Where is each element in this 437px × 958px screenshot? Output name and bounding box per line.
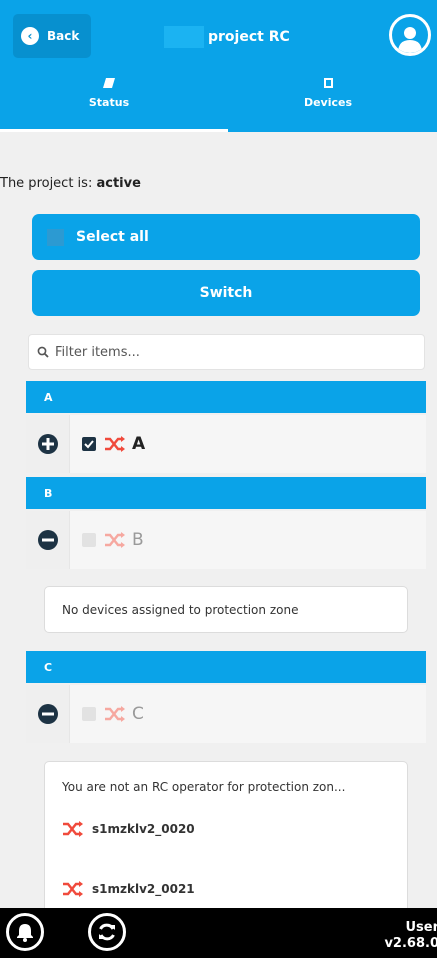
select-all-label: Select all	[76, 229, 149, 245]
user-avatar[interactable]	[389, 14, 431, 56]
device-item[interactable]: s1mzklv2_0021	[62, 881, 407, 897]
active-tab-indicator	[0, 129, 228, 132]
device-name: s1mzklv2_0021	[92, 882, 195, 896]
user-label: User	[405, 920, 437, 935]
tab-devices[interactable]: Devices	[219, 72, 437, 130]
zone-info-card: No devices assigned to protection zone	[44, 586, 408, 633]
select-all-button[interactable]: Select all	[32, 214, 420, 260]
zone-name: A	[132, 434, 146, 454]
user-icon	[398, 27, 422, 53]
bell-icon	[17, 924, 33, 942]
zone-info-card: You are not an RC operator for protectio…	[44, 761, 408, 921]
device-icon	[323, 78, 333, 88]
minus-circle-icon	[37, 530, 58, 550]
back-label: Back	[47, 29, 80, 43]
page-title-wrap: project RC	[164, 26, 290, 48]
tab-status-label: Status	[88, 96, 130, 109]
tab-status[interactable]: Status	[0, 72, 218, 130]
zone-checkbox[interactable]	[82, 437, 96, 451]
sync-button[interactable]	[88, 913, 126, 951]
zone-body: C	[70, 704, 144, 724]
app-version: v2.68.0	[384, 936, 437, 951]
user-info: User v2.68.0	[384, 920, 437, 952]
shuffle-icon	[105, 436, 125, 452]
zone-row-a: A	[26, 415, 426, 473]
sync-icon	[99, 923, 115, 941]
zone-checkbox[interactable]	[82, 707, 96, 721]
status-value: active	[96, 176, 141, 191]
project-status: The project is: active	[0, 176, 141, 191]
bottom-bar: User v2.68.0	[0, 908, 437, 958]
zone-row-c: C	[26, 685, 426, 743]
filter-input[interactable]: Filter items...	[28, 334, 425, 370]
plus-circle-icon	[37, 434, 58, 454]
zone-header-label: B	[44, 486, 53, 500]
zone-body: B	[70, 530, 144, 550]
zone-header-c: C	[26, 651, 426, 683]
search-icon	[37, 346, 49, 358]
zone-header-label: C	[44, 660, 53, 674]
zone-row-b: B	[26, 511, 426, 569]
notifications-button[interactable]	[6, 913, 44, 951]
switch-button[interactable]: Switch	[32, 270, 420, 316]
check-icon	[84, 440, 94, 449]
zone-header-b: B	[26, 477, 426, 509]
filter-placeholder: Filter items...	[55, 344, 140, 360]
collapse-button[interactable]	[26, 685, 70, 743]
zone-checkbox[interactable]	[82, 533, 96, 547]
device-name: s1mzklv2_0020	[92, 822, 195, 836]
zone-message: No devices assigned to protection zone	[62, 603, 299, 617]
shuffle-icon	[105, 706, 125, 722]
chevron-left-icon: ‹	[21, 27, 39, 45]
tag-icon	[103, 78, 115, 88]
switch-label: Switch	[199, 285, 253, 301]
page-title: project RC	[208, 29, 290, 45]
shuffle-icon	[105, 532, 125, 548]
app-header: ‹ Back project RC Status Devices	[0, 0, 437, 132]
collapse-button[interactable]	[26, 511, 70, 569]
minus-circle-icon	[37, 704, 58, 724]
back-button[interactable]: ‹ Back	[13, 14, 91, 58]
tab-devices-label: Devices	[303, 96, 353, 109]
zone-header-label: A	[44, 390, 53, 404]
zone-message: You are not an RC operator for protectio…	[62, 780, 346, 794]
status-prefix: The project is:	[0, 176, 93, 191]
device-item[interactable]: s1mzklv2_0020	[62, 821, 407, 837]
zone-name: C	[132, 704, 144, 724]
shuffle-icon	[63, 881, 83, 897]
expand-button[interactable]	[26, 415, 70, 473]
zone-header-a: A	[26, 381, 426, 413]
zone-name: B	[132, 530, 144, 550]
project-logo	[164, 26, 204, 48]
zone-body: A	[70, 434, 145, 454]
select-all-checkbox[interactable]	[47, 228, 64, 246]
shuffle-icon	[63, 821, 83, 837]
